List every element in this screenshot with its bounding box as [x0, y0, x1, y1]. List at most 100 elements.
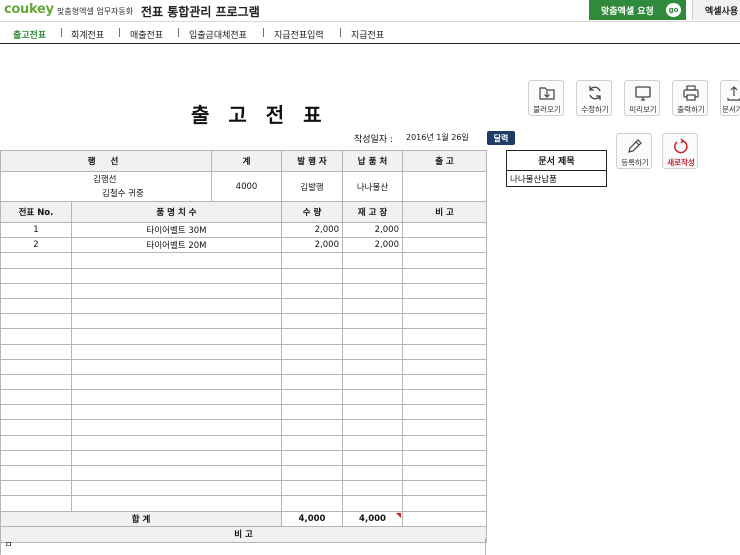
table-row[interactable]: [0, 313, 487, 330]
issuer-value[interactable]: 김발행: [281, 171, 343, 202]
table-row[interactable]: 2 타이어벨트 20M 2,000 2,000: [0, 237, 487, 254]
empty-cell[interactable]: [0, 419, 72, 436]
tab-sales-voucher[interactable]: 매출전표: [130, 28, 163, 41]
row-item-name[interactable]: 타이어벨트 20M: [71, 237, 282, 254]
supplier-value[interactable]: 나나물산: [342, 171, 403, 202]
empty-cell[interactable]: [342, 480, 403, 497]
release-value[interactable]: [402, 171, 487, 202]
empty-cell[interactable]: [71, 434, 282, 451]
edit-button[interactable]: 수정하기: [576, 80, 612, 116]
row-quantity[interactable]: 2,000: [281, 221, 343, 239]
empty-cell[interactable]: [342, 282, 403, 299]
table-row[interactable]: [0, 480, 487, 497]
table-row[interactable]: [0, 464, 487, 482]
empty-cell[interactable]: [402, 449, 487, 467]
empty-cell[interactable]: [402, 373, 487, 391]
empty-cell[interactable]: [342, 419, 403, 436]
empty-cell[interactable]: [0, 464, 72, 482]
table-row[interactable]: [0, 297, 487, 315]
empty-cell[interactable]: [342, 373, 403, 391]
empty-cell[interactable]: [281, 419, 343, 436]
table-row[interactable]: [0, 343, 487, 360]
empty-cell[interactable]: [71, 297, 282, 315]
empty-cell[interactable]: [71, 495, 282, 512]
table-row[interactable]: [0, 282, 487, 299]
empty-cell[interactable]: [0, 434, 72, 451]
preview-button[interactable]: 미리보기: [624, 80, 660, 116]
row-voucher-no[interactable]: 2: [0, 237, 72, 254]
empty-cell[interactable]: [402, 282, 487, 299]
excel-usage-button[interactable]: 엑셀사용: [692, 0, 740, 20]
empty-cell[interactable]: [402, 434, 487, 451]
empty-cell[interactable]: [0, 358, 72, 375]
tab-payment-entry[interactable]: 지급전표입력: [274, 28, 324, 41]
table-row[interactable]: [0, 267, 487, 284]
empty-cell[interactable]: [71, 373, 282, 391]
empty-cell[interactable]: [402, 343, 487, 360]
empty-cell[interactable]: [0, 495, 72, 512]
date-value[interactable]: 2016년 1월 26일: [406, 132, 469, 143]
table-row[interactable]: 1 타이어벨트 30M 2,000 2,000: [0, 221, 487, 239]
empty-cell[interactable]: [342, 404, 403, 421]
table-row[interactable]: [0, 434, 487, 451]
empty-cell[interactable]: [71, 282, 282, 299]
empty-cell[interactable]: [402, 328, 487, 345]
empty-cell[interactable]: [402, 267, 487, 284]
empty-cell[interactable]: [402, 313, 487, 330]
empty-cell[interactable]: [281, 313, 343, 330]
empty-cell[interactable]: [342, 313, 403, 330]
print-button[interactable]: 출력하기: [672, 80, 708, 116]
empty-cell[interactable]: [402, 464, 487, 482]
row-voucher-no[interactable]: 1: [0, 221, 72, 239]
empty-cell[interactable]: [342, 358, 403, 375]
empty-cell[interactable]: [0, 449, 72, 467]
empty-cell[interactable]: [342, 252, 403, 269]
empty-cell[interactable]: [71, 404, 282, 421]
empty-cell[interactable]: [281, 373, 343, 391]
empty-cell[interactable]: [71, 313, 282, 330]
empty-cell[interactable]: [342, 389, 403, 406]
empty-cell[interactable]: [281, 328, 343, 345]
empty-cell[interactable]: [0, 282, 72, 299]
empty-cell[interactable]: [402, 389, 487, 406]
row-item-name[interactable]: 타이어벨트 30M: [71, 221, 282, 239]
table-row[interactable]: [0, 404, 487, 421]
empty-cell[interactable]: [281, 267, 343, 284]
table-row[interactable]: [0, 389, 487, 406]
empty-cell[interactable]: [402, 495, 487, 512]
row-note[interactable]: [402, 221, 487, 239]
empty-cell[interactable]: [71, 343, 282, 360]
table-row[interactable]: [0, 373, 487, 391]
empty-cell[interactable]: [0, 297, 72, 315]
table-row[interactable]: [0, 328, 487, 345]
empty-cell[interactable]: [281, 389, 343, 406]
empty-cell[interactable]: [0, 267, 72, 284]
table-row[interactable]: [0, 449, 487, 467]
empty-cell[interactable]: [71, 449, 282, 467]
calendar-button[interactable]: 달력: [487, 131, 515, 145]
empty-cell[interactable]: [281, 343, 343, 360]
empty-cell[interactable]: [71, 464, 282, 482]
empty-cell[interactable]: [402, 252, 487, 269]
row-stock[interactable]: 2,000: [342, 237, 403, 254]
docs-button[interactable]: 문서가: [720, 80, 740, 116]
tab-transfer-voucher[interactable]: 입출금대체전표: [189, 28, 247, 41]
brand-logo[interactable]: coukey: [4, 2, 54, 17]
empty-cell[interactable]: [342, 464, 403, 482]
empty-cell[interactable]: [0, 404, 72, 421]
empty-cell[interactable]: [281, 358, 343, 375]
empty-cell[interactable]: [0, 343, 72, 360]
row-stock[interactable]: 2,000: [342, 221, 403, 239]
row-quantity[interactable]: 2,000: [281, 237, 343, 254]
memo-field[interactable]: ㅁ: [0, 538, 486, 555]
empty-cell[interactable]: [71, 480, 282, 497]
new-document-button[interactable]: 새로작성: [662, 133, 698, 169]
empty-cell[interactable]: [71, 419, 282, 436]
empty-cell[interactable]: [402, 480, 487, 497]
empty-cell[interactable]: [342, 297, 403, 315]
go-icon[interactable]: go: [666, 3, 681, 17]
table-row[interactable]: [0, 419, 487, 436]
tab-accounting-voucher[interactable]: 회계전표: [71, 28, 104, 41]
empty-cell[interactable]: [281, 480, 343, 497]
empty-cell[interactable]: [71, 389, 282, 406]
